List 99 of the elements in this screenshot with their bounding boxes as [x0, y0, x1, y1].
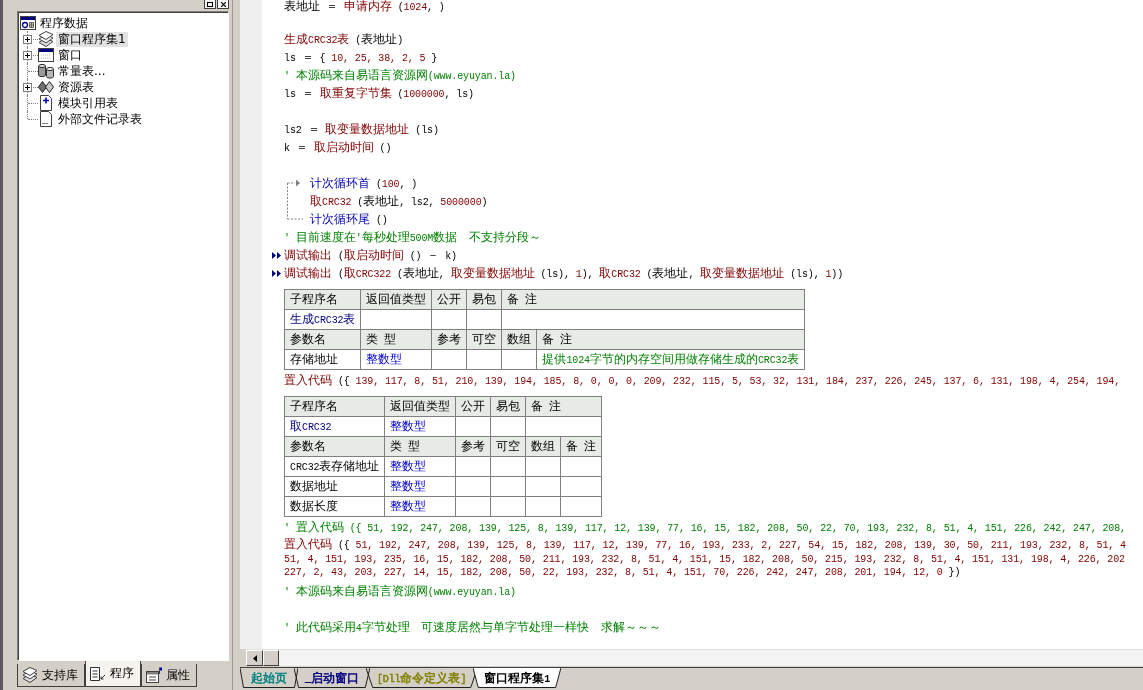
table-cell: 生成CRC32表 [284, 309, 361, 330]
table-header-cell: 备 注 [525, 396, 602, 417]
table-header-cell: 返回值类型 [360, 289, 432, 310]
table-header-cell: 公开 [431, 289, 467, 310]
loop-bracket-icon [287, 179, 303, 220]
table-cell [560, 476, 602, 497]
tree-item[interactable]: 模块引用表 [56, 95, 120, 111]
tree-item[interactable]: 资源表 [56, 79, 96, 95]
table-cell: 存储地址 [284, 349, 361, 370]
horizontal-scrollbar[interactable] [246, 649, 1143, 667]
scroll-left-button[interactable] [246, 650, 263, 667]
table-cell [455, 456, 491, 477]
tree-item[interactable]: 窗口 [56, 47, 84, 63]
expand-button[interactable] [23, 35, 32, 44]
code-line: ls2 ＝ 取变量数据地址 (ls) [284, 121, 439, 138]
expand-button[interactable] [23, 51, 32, 60]
code-line: k ＝ 取启动时间 () [284, 139, 392, 156]
close-icon [220, 1, 226, 7]
tree-item[interactable]: 常量表... [56, 63, 108, 79]
document-icon [38, 111, 54, 127]
code-line: ls ＝ { 10, 25, 38, 2, 5 } [284, 49, 438, 66]
table-cell [455, 496, 491, 517]
table-cell [501, 349, 537, 370]
table-cell [560, 496, 602, 517]
table-header-cell: 子程序名 [284, 396, 385, 417]
app-window-icon [20, 15, 36, 31]
table-header-cell: 返回值类型 [384, 396, 456, 417]
panel-tab[interactable]: 支持库 [17, 664, 85, 687]
table-header-cell: 易包 [490, 396, 526, 417]
table-header-cell: 备 注 [501, 289, 805, 310]
table-header-cell: 参数名 [284, 436, 385, 457]
table-cell [490, 416, 526, 437]
table-cell: CRC32表存储地址 [284, 456, 385, 477]
table-cell [431, 309, 467, 330]
panel-tab[interactable]: 属性 [141, 664, 197, 687]
comment-line: ' 此代码采用4字节处理 可速度居然与单字节处理一样快 求解～～～ [284, 618, 662, 636]
table-header-cell: 易包 [466, 289, 502, 310]
table-cell [455, 476, 491, 497]
table-cell: 整数型 [384, 496, 456, 517]
diamonds-icon [38, 79, 54, 95]
table-cell: 取CRC32 [284, 416, 385, 437]
code-line: 调试输出 (取CRC322 (表地址, 取变量数据地址 (ls), 1), 取CRC32 (表地址, 取变量数据地址 (ls), 1)) [284, 265, 844, 282]
scrollbar-thumb[interactable] [263, 650, 279, 667]
table-cell: 数据地址 [284, 476, 385, 497]
double-arrow-icon [272, 251, 281, 259]
tree-item[interactable]: 程序数据 [38, 15, 90, 31]
table-cell: 整数型 [384, 416, 456, 437]
code-line: ls ＝ 取重复字节集 (1000000, ls) [284, 85, 474, 102]
table-cell: 数据长度 [284, 496, 385, 517]
panel-close-button[interactable] [217, 0, 229, 9]
window-icon [38, 47, 54, 63]
table-header-cell: 参数名 [284, 329, 361, 350]
table-cell [490, 456, 526, 477]
document-tab[interactable]: [Dll命令定义表] [365, 668, 478, 689]
table-cell [431, 349, 467, 370]
code-line: 调试输出 (取启动时间 () － k) [284, 247, 457, 264]
table-cell [490, 496, 526, 517]
expand-button[interactable] [23, 83, 32, 92]
comment-line: ' 本源码来自易语言资源网(www.eyuyan.la) [284, 582, 516, 600]
left-arrow-icon [252, 654, 257, 662]
table-cell [466, 349, 502, 370]
code-line: 计次循环尾 () [310, 211, 389, 228]
table-cell [525, 476, 561, 497]
comment-line: ' 置入代码 ({ 51, 192, 247, 208, 139, 125, 8, 139, 117, 12, 139, 77, 16, 15, 182, 208, 50, 22, 70, 193, 232, 8, 51, 4, 151, 226, 242, 247, 208, [284, 519, 1126, 536]
sheet-with-flag-icon [146, 667, 162, 683]
comment-line: ' 目前速度在'每秒处理500M数据 不支持分段～ [284, 229, 541, 246]
code-line: 取CRC32 (表地址, ls2, 5000000) [310, 193, 488, 210]
panel-tab[interactable]: 程序 [85, 661, 141, 687]
table-cell [525, 456, 561, 477]
code-line: 表地址 ＝ 申请内存 (1024, ) [284, 0, 445, 12]
panel-maximize-button[interactable] [204, 0, 216, 9]
document-lines-icon [90, 665, 106, 682]
table-cell [525, 496, 561, 517]
stack-icon [38, 31, 54, 47]
tree-item[interactable]: 窗口程序集1 [56, 31, 128, 47]
code-line: 生成CRC32表 (表地址) [284, 31, 404, 48]
table-cell: 整数型 [384, 456, 456, 477]
document-tab[interactable]: _启动窗口 [294, 668, 370, 689]
table-cell [360, 309, 432, 330]
document-plus-icon [38, 95, 54, 111]
table-cell [490, 476, 526, 497]
double-arrow-icon [272, 269, 281, 277]
cylinders-icon [38, 63, 54, 79]
table-cell: 整数型 [360, 349, 432, 370]
document-tab[interactable]: 窗口程序集1 [473, 668, 562, 689]
table-header-cell: 子程序名 [284, 289, 361, 310]
table-cell [466, 309, 502, 330]
document-tab[interactable]: 起始页 [240, 668, 298, 689]
comment-line: ' 本源码来自易语言资源网(www.eyuyan.la) [284, 67, 516, 84]
table-cell: 提供1024字节的内存空间用做存储生成的CRC32表 [536, 349, 805, 370]
stack-icon [22, 667, 38, 683]
table-cell: 整数型 [384, 476, 456, 497]
code-line: 计次循环首 (100, ) [310, 175, 419, 192]
table-header-cell: 公开 [455, 396, 491, 417]
code-line: 置入代码 ({ 51, 192, 247, 208, 139, 125, 8, 139, 117, 12, 139, 77, 16, 193, 233, 2, 227, 54, 15, 182, 208, 139, 30, 50, 211, 193, 232, 8, 51, 4 51, 4, 151, 193, 235, 16, 15, 182, 208, 50, 211, 193, 232, 8, 51, 4, 151, 15, 182, 208, 50, 215, 193, 232, 8, 51, 4, 151, 131, 198, 4, 226, 202 227, 2, 43, 203, 227, 14, 15, 182, 208, 50, 22, 193, 232, 8, 51, 4, 151, 70, 226, 242, 247, 208, 201, 194, 12, 0 }) [284, 536, 1126, 580]
table-cell [560, 456, 602, 477]
tree-item[interactable]: 外部文件记录表 [56, 111, 144, 127]
table-cell [455, 416, 491, 437]
code-line: 置入代码 ({ 139, 117, 8, 51, 210, 139, 194, 185, 8, 0, 0, 0, 209, 232, 115, 5, 53, 32, 131, 184, 237, 226, 245, 137, 6, 131, 198, 4, 254, 194, [284, 372, 1121, 389]
